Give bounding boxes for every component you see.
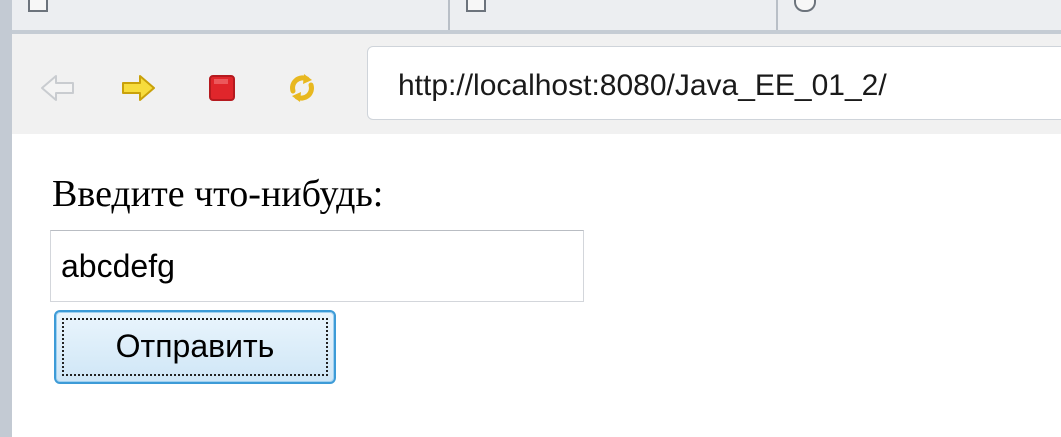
address-bar[interactable]: http://localhost:8080/Java_EE_01_2/	[367, 46, 1061, 120]
reload-icon	[290, 74, 314, 102]
stop-button[interactable]	[204, 70, 240, 106]
text-input[interactable]	[50, 230, 584, 302]
stop-icon	[209, 75, 235, 101]
forward-arrow-icon	[122, 75, 155, 101]
back-arrow-icon	[41, 75, 74, 101]
address-text: http://localhost:8080/Java_EE_01_2/	[398, 69, 887, 102]
page-icon	[28, 0, 48, 12]
page-icon	[466, 0, 486, 12]
globe-icon	[794, 0, 816, 12]
tab-strip	[12, 0, 1061, 34]
submit-button[interactable]: Отправить	[54, 310, 336, 384]
window-left-border	[0, 0, 12, 437]
browser-toolbar: http://localhost:8080/Java_EE_01_2/	[12, 34, 1061, 134]
tab[interactable]	[450, 0, 778, 30]
back-button[interactable]	[40, 70, 76, 106]
reload-button[interactable]	[284, 70, 320, 106]
tab[interactable]	[778, 0, 1061, 30]
submit-button-label: Отправить	[115, 327, 275, 364]
page-content: Введите что-нибудь: Отправить	[12, 134, 1061, 437]
prompt-label: Введите что-нибудь:	[52, 173, 384, 215]
forward-button[interactable]	[120, 70, 156, 106]
tab[interactable]	[12, 0, 450, 30]
